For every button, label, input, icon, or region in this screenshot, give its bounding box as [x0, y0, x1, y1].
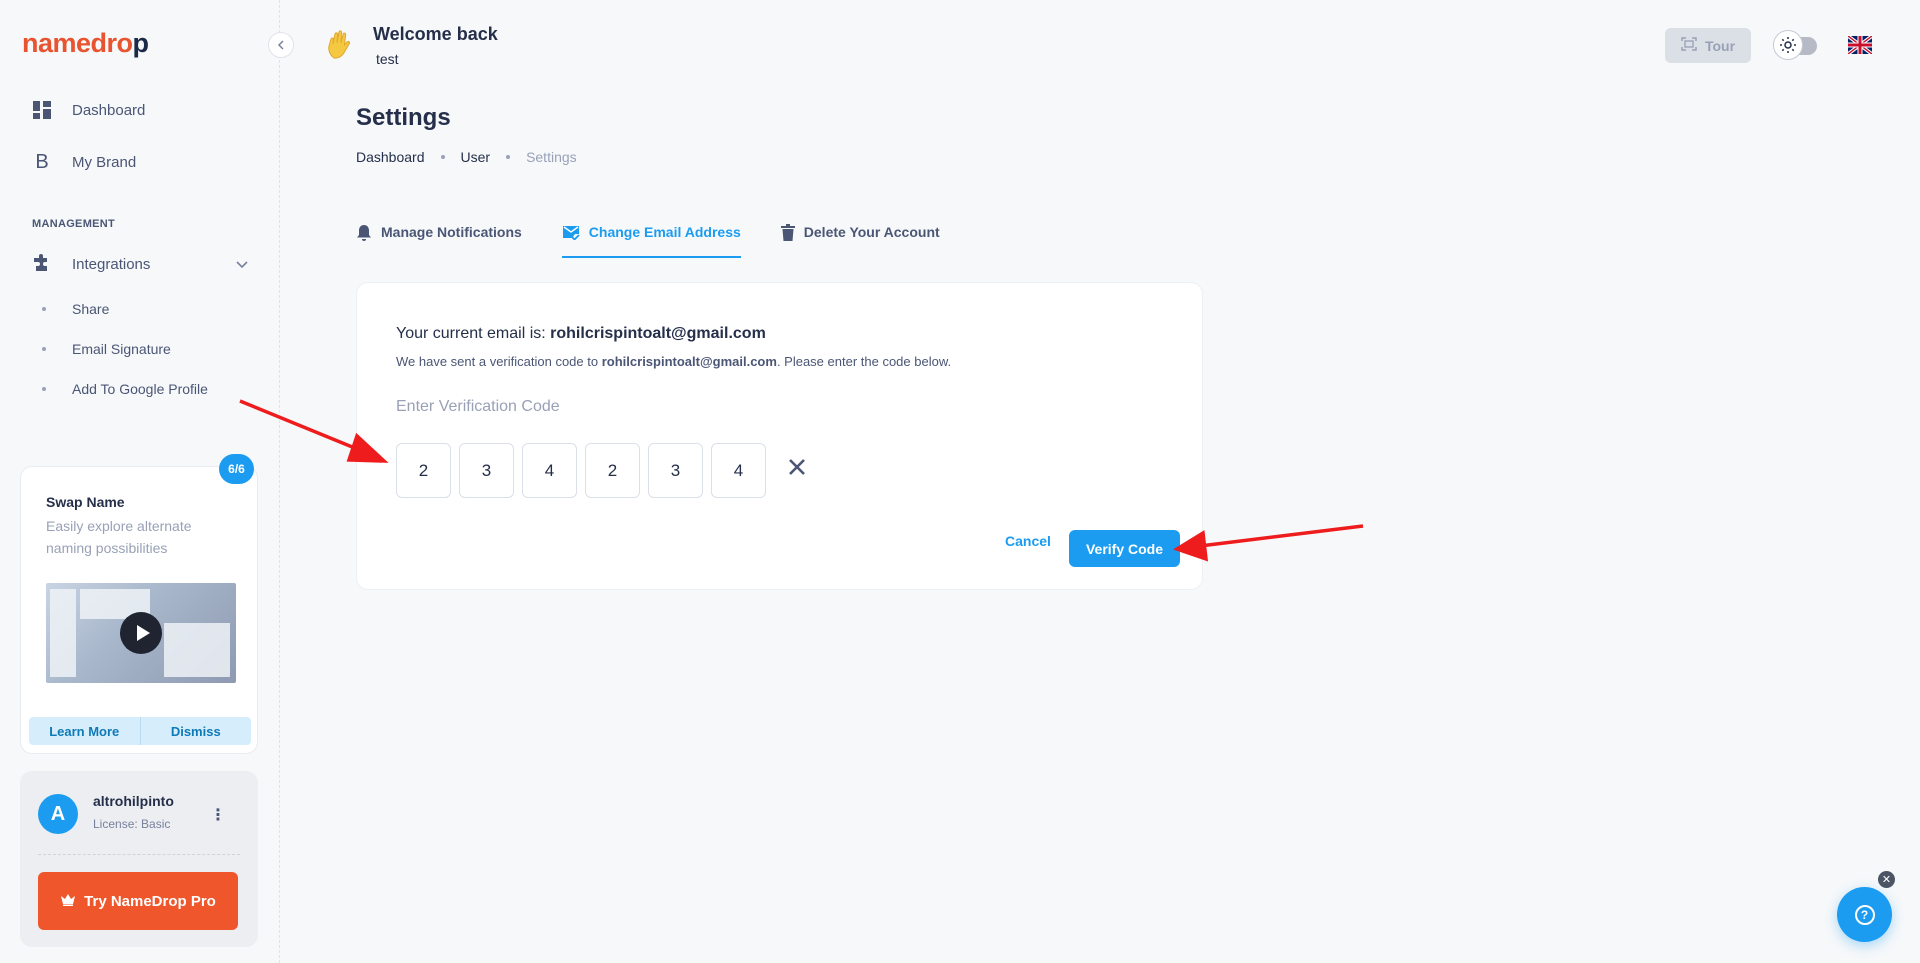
mail-check-icon	[562, 224, 580, 243]
sidebar-subitem-share[interactable]: Share	[42, 301, 109, 317]
user-card: A altrohilpinto License: Basic ⋮ Try Nam…	[20, 771, 258, 947]
welcome-subtitle: test	[376, 51, 399, 67]
sidebar-item-label: My Brand	[72, 153, 137, 171]
breadcrumb-item-current: Settings	[526, 149, 577, 165]
learn-more-button[interactable]: Learn More	[29, 717, 141, 745]
play-icon[interactable]	[120, 612, 162, 654]
annotation-arrow	[1172, 524, 1364, 562]
section-label-management: MANAGEMENT	[32, 218, 116, 230]
crown-icon	[60, 893, 76, 910]
sidebar-item-label: Dashboard	[72, 101, 146, 119]
more-vertical-icon[interactable]: ⋮	[210, 805, 226, 825]
close-icon[interactable]: ✕	[1878, 871, 1895, 888]
breadcrumb-item[interactable]: User	[461, 149, 491, 165]
sun-icon	[1773, 30, 1803, 60]
divider	[38, 854, 240, 855]
clear-code-icon[interactable]	[787, 457, 807, 482]
try-pro-label: Try NameDrop Pro	[84, 892, 216, 910]
tab-label: Delete Your Account	[803, 224, 940, 240]
code-digit-input[interactable]: 4	[711, 443, 766, 498]
cancel-button[interactable]: Cancel	[1005, 533, 1051, 549]
promo-description: Easily explore alternate naming possibil…	[46, 518, 192, 556]
dismiss-button[interactable]: Dismiss	[140, 717, 251, 745]
code-digit-input[interactable]: 2	[585, 443, 640, 498]
promo-card: Swap Name Easily explore alternate namin…	[20, 466, 258, 754]
page-title: Settings	[356, 104, 451, 131]
verification-notice: We have sent a verification code to rohi…	[396, 354, 952, 369]
code-digit-input[interactable]: 2	[396, 443, 451, 498]
verification-code-inputs: 2 3 4 2 3 4	[396, 443, 766, 498]
tab-label: Manage Notifications	[381, 224, 522, 240]
breadcrumb-item[interactable]: Dashboard	[356, 149, 425, 165]
dashboard-icon	[32, 100, 52, 120]
puzzle-icon	[32, 254, 52, 274]
settings-tabs: Manage Notifications Change Email Addres…	[356, 220, 980, 258]
help-button[interactable]: ?	[1837, 887, 1892, 942]
breadcrumb-separator	[506, 155, 511, 159]
bell-icon	[356, 224, 372, 245]
chevron-left-icon	[277, 40, 284, 50]
namedrop-logo[interactable]: namedrop	[22, 28, 149, 59]
theme-toggle[interactable]	[1773, 30, 1819, 60]
sidebar-subitem-google-profile[interactable]: Add To Google Profile	[42, 381, 208, 397]
bullet-dot	[42, 307, 46, 311]
avatar[interactable]: A	[38, 794, 78, 834]
sidebar-item-my-brand[interactable]: B My Brand	[32, 150, 137, 173]
sidebar-subitem-email-signature[interactable]: Email Signature	[42, 341, 171, 357]
welcome-heading: Welcome back	[373, 24, 498, 44]
tour-label: Tour	[1704, 37, 1736, 54]
code-digit-input[interactable]: 3	[459, 443, 514, 498]
help-icon: ?	[1854, 904, 1875, 925]
waving-hand-icon	[326, 30, 354, 67]
verification-code-label: Enter Verification Code	[396, 398, 560, 415]
promo-video-thumbnail[interactable]	[46, 583, 236, 683]
verify-code-button[interactable]: Verify Code	[1069, 530, 1180, 567]
sidebar-item-integrations[interactable]: Integrations	[32, 254, 150, 274]
code-digit-input[interactable]: 4	[522, 443, 577, 498]
breadcrumb: Dashboard User Settings	[356, 149, 577, 165]
user-license: License: Basic	[93, 817, 171, 831]
try-pro-button[interactable]: Try NameDrop Pro	[38, 872, 238, 930]
breadcrumb-separator	[440, 155, 445, 159]
promo-title: Swap Name	[46, 494, 125, 510]
chevron-down-icon[interactable]	[236, 256, 248, 274]
tab-manage-notifications[interactable]: Manage Notifications	[356, 220, 522, 258]
current-email-line: Your current email is: rohilcrispintoalt…	[396, 325, 766, 342]
tab-label: Change Email Address	[588, 224, 741, 240]
sidebar: namedrop Dashboard B My Brand MANAGEMENT…	[0, 0, 280, 963]
change-email-card: Your current email is: rohilcrispintoalt…	[356, 282, 1203, 590]
user-name: altrohilpinto	[93, 793, 174, 809]
tour-button[interactable]: Tour	[1665, 28, 1751, 63]
tab-change-email[interactable]: Change Email Address	[561, 220, 741, 258]
sidebar-item-dashboard[interactable]: Dashboard	[32, 100, 145, 120]
code-digit-input[interactable]: 3	[648, 443, 703, 498]
sidebar-item-label: Integrations	[72, 255, 151, 273]
promo-count-badge: 6/6	[219, 454, 254, 484]
trash-icon	[780, 224, 795, 244]
bullet-dot	[42, 347, 46, 351]
tab-delete-account[interactable]: Delete Your Account	[780, 220, 940, 258]
collapse-sidebar-button[interactable]	[268, 32, 294, 58]
scan-icon	[1681, 37, 1697, 54]
bullet-dot	[42, 387, 46, 391]
brand-b-icon: B	[35, 150, 49, 173]
current-email-value: rohilcrispintoalt@gmail.com	[550, 325, 766, 342]
uk-flag-icon[interactable]	[1846, 34, 1874, 56]
